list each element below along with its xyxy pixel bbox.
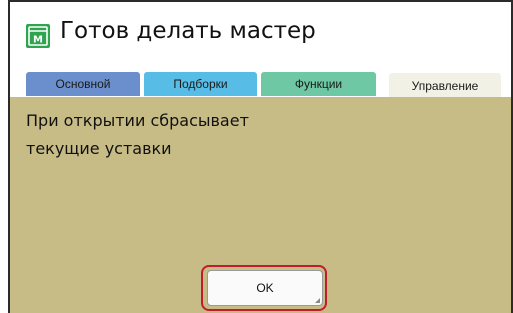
screen: М Готов делать мастер Основной Подборки … (0, 0, 513, 313)
tab-basic-label: Основной (55, 77, 111, 91)
tab-selections[interactable]: Подборки (144, 72, 257, 96)
ok-button-label: OK (256, 281, 274, 295)
ok-button[interactable]: OK (207, 270, 323, 306)
tab-selections-label: Подборки (173, 77, 228, 91)
dialog-message-line-2: текущие уставки (26, 139, 172, 158)
tab-functions[interactable]: Функции (261, 72, 376, 96)
master-sheet-icon-letter: М (33, 35, 43, 46)
tab-functions-label: Функции (294, 77, 343, 91)
dialog-message-line-1: При открытии сбрасывает (26, 111, 249, 130)
corner-marker-icon (315, 298, 320, 303)
master-sheet-icon: М (26, 24, 50, 48)
tab-management-label: Управление (411, 78, 479, 93)
dialog-message: При открытии сбрасывает текущие уставки (26, 107, 249, 163)
page-title: Готов делать мастер (60, 18, 316, 44)
tab-management[interactable]: Управление (389, 73, 501, 98)
tab-basic[interactable]: Основной (26, 72, 140, 96)
master-sheet-icon-graphic: М (28, 26, 48, 46)
